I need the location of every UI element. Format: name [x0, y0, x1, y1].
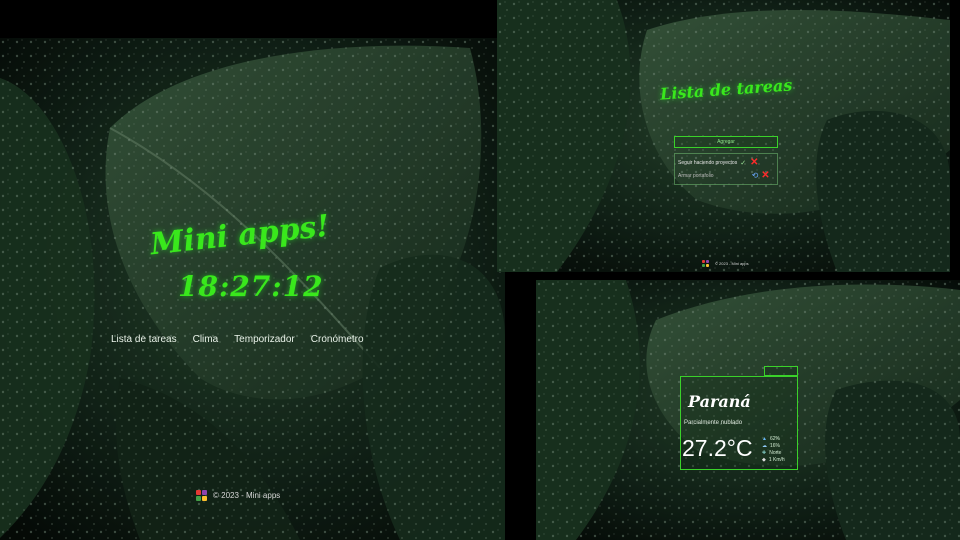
nav-link-tasks[interactable]: Lista de tareas: [111, 334, 177, 345]
check-icon[interactable]: ✓: [740, 159, 746, 167]
task-text: Armar portafolio: [678, 172, 714, 179]
undo-icon[interactable]: ⟲: [752, 171, 759, 180]
footer-text: © 2023 - Mini apps: [715, 261, 749, 266]
main-app-panel: Mini apps! 18:27:12 Lista de tareas Clim…: [0, 38, 505, 540]
app-logo-icon: [702, 260, 709, 267]
nav-link-timer[interactable]: Temporizador: [234, 334, 295, 345]
delete-icon[interactable]: ✕: [761, 170, 769, 180]
main-footer: © 2023 - Mini apps: [196, 490, 280, 501]
todo-footer: © 2023 - Mini apps: [702, 260, 749, 267]
detail-value: Norte: [769, 450, 782, 456]
wind-icon: ◆: [762, 457, 766, 463]
todo-app-panel: Lista de tareas Agregar Seguir haciendo …: [497, 0, 950, 272]
app-logo-icon: [196, 490, 207, 501]
footer-text: © 2023 - Mini apps: [213, 491, 281, 500]
weather-search-box[interactable]: [764, 366, 798, 376]
detail-row: ◆ 1 Km/h: [762, 457, 785, 463]
cloud-icon: ☁: [762, 443, 767, 449]
delete-icon[interactable]: ✕: [750, 158, 758, 168]
detail-row: ▲ 62%: [762, 436, 785, 442]
main-nav: Lista de tareas Clima Temporizador Cronó…: [111, 334, 364, 345]
humidity-icon: ▲: [762, 436, 767, 442]
detail-value: 62%: [769, 436, 780, 442]
task-text: Seguir haciendo proyectos: [678, 160, 738, 166]
detail-value: 16%: [770, 443, 781, 449]
task-item: Seguir haciendo proyectos ✓ ✕: [678, 158, 778, 168]
nav-link-stopwatch[interactable]: Cronómetro: [311, 334, 364, 345]
weather-description: Parcialmente nublado: [684, 420, 743, 426]
clock-display: 18:27:12: [178, 270, 324, 303]
city-name: Paraná: [688, 392, 751, 411]
detail-value: 1 Km/h: [768, 457, 785, 463]
weather-details: ▲ 62% ☁ 16% ✚ Norte ◆ 1 Km/h: [762, 436, 785, 463]
compass-icon: ✚: [762, 450, 767, 456]
detail-row: ☁ 16%: [762, 443, 785, 449]
add-task-button[interactable]: Agregar: [674, 136, 778, 148]
temperature-value: 27.2°C: [682, 435, 753, 461]
nav-link-weather[interactable]: Clima: [193, 334, 219, 345]
detail-row: ✚ Norte: [762, 450, 785, 456]
weather-app-panel: Paraná Parcialmente nublado 27.2°C ▲ 62%…: [536, 280, 960, 540]
task-item: Armar portafolio ⟲ ✕: [678, 170, 778, 180]
